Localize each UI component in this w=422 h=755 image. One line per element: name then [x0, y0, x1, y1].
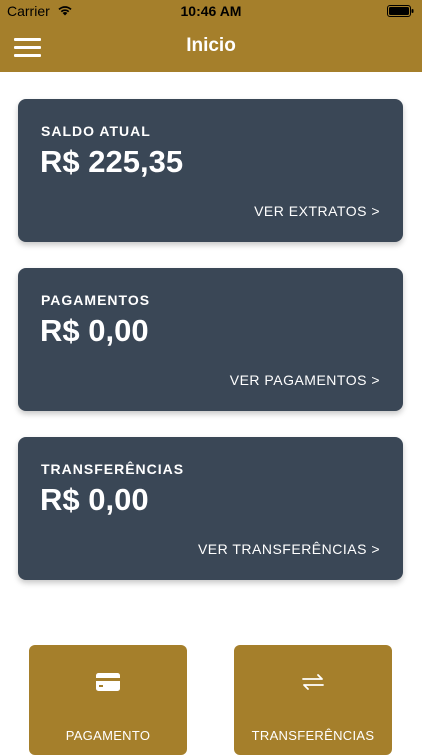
credit-card-icon [96, 673, 120, 691]
transfer-arrows-icon [302, 674, 324, 690]
transfers-button-label: TRANSFERÊNCIAS [251, 728, 375, 743]
transfers-value: R$ 0,00 [40, 482, 149, 517]
payment-button-label: PAGAMENTO [65, 728, 151, 743]
status-time: 10:46 AM [180, 3, 242, 19]
view-transfers-link[interactable]: VER TRANSFERÊNCIAS > [198, 541, 380, 557]
transfers-label: TRANSFERÊNCIAS [41, 461, 185, 477]
balance-label: SALDO ATUAL [41, 123, 151, 139]
navigation-bar: Inicio [0, 22, 422, 72]
view-statements-link[interactable]: VER EXTRATOS > [254, 203, 380, 219]
payments-card: PAGAMENTOS R$ 0,00 VER PAGAMENTOS > [18, 268, 403, 411]
balance-value: R$ 225,35 [40, 144, 184, 179]
view-payments-link[interactable]: VER PAGAMENTOS > [230, 372, 380, 388]
status-bar: Carrier 10:46 AM [0, 0, 422, 22]
payments-label: PAGAMENTOS [41, 292, 151, 308]
balance-card: SALDO ATUAL R$ 225,35 VER EXTRATOS > [18, 99, 403, 242]
transfers-card: TRANSFERÊNCIAS R$ 0,00 VER TRANSFERÊNCIA… [18, 437, 403, 580]
payments-value: R$ 0,00 [40, 313, 149, 348]
transfers-button[interactable]: TRANSFERÊNCIAS [234, 645, 392, 755]
page-title: Inicio [186, 35, 236, 56]
payment-button[interactable]: PAGAMENTO [29, 645, 187, 755]
battery-icon [387, 5, 414, 17]
